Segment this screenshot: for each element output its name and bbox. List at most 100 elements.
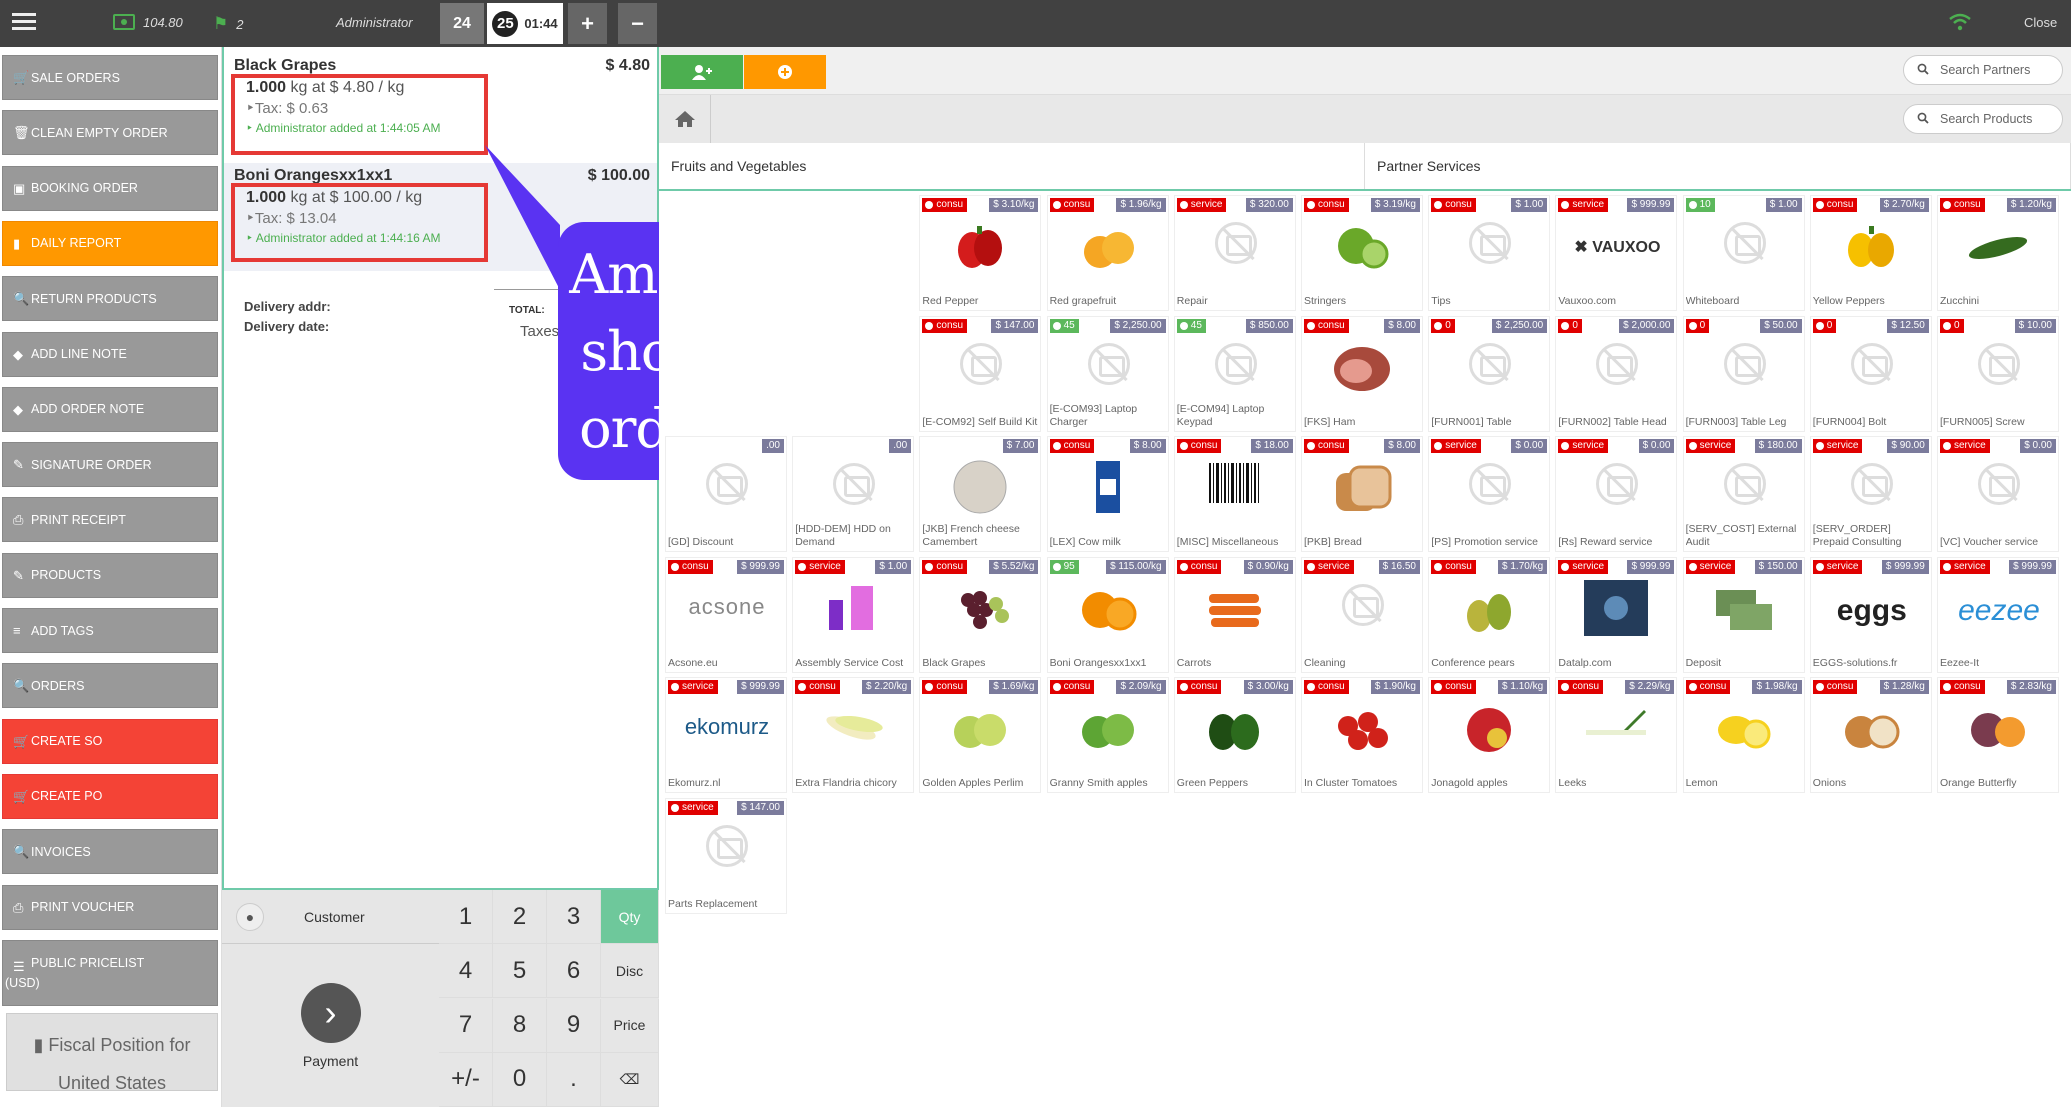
sidebar-button-invoices[interactable]: 🔍 INVOICES xyxy=(2,829,218,875)
product-card[interactable]: service $ 0.00 [Rs] Reward service xyxy=(1555,436,1678,552)
product-card[interactable]: consu $ 1.69/kg Golden Apples Perlim xyxy=(919,677,1042,793)
numpad-key[interactable]: . xyxy=(547,1052,601,1107)
sidebar-button-print-receipt[interactable]: ⎙ PRINT RECEIPT xyxy=(2,497,218,543)
product-card[interactable]: consu $ 2.70/kg Yellow Peppers xyxy=(1809,195,1932,311)
product-card[interactable]: service $ 180.00 [SERV_COST] External Audi… xyxy=(1682,436,1805,552)
order-tab-active[interactable]: 25 01:44 xyxy=(487,3,563,44)
search-products-input[interactable]: Search Products xyxy=(1903,104,2063,134)
sidebar-button-create-so[interactable]: 🛒 CREATE SO xyxy=(2,718,218,764)
numpad-key[interactable]: 7 xyxy=(439,998,493,1053)
add-customer-button[interactable] xyxy=(661,55,743,89)
numpad-key[interactable]: 4 xyxy=(439,944,493,999)
product-card[interactable]: service $ 1.00 Assembly Service Cost xyxy=(792,556,915,673)
product-card[interactable]: consu $ 1.70/kg Conference pears xyxy=(1428,556,1551,673)
product-card[interactable]: service $ 90.00 [SERV_ORDER] Prepaid Consu… xyxy=(1809,436,1932,552)
product-card[interactable]: $ 7.00 [JKB] French cheese Camembert xyxy=(919,436,1042,552)
order-tab[interactable]: 24 xyxy=(440,3,484,44)
product-card[interactable]: .00 [HDD-DEM] HDD on Demand xyxy=(792,436,915,552)
numpad-key[interactable]: 8 xyxy=(493,998,547,1053)
home-icon[interactable] xyxy=(659,95,711,143)
product-card[interactable]: 0 $ 50.00 [FURN003] Table Leg xyxy=(1682,315,1805,432)
product-card[interactable]: service $ 999.99 eggs EGGS-solutions.fr xyxy=(1809,556,1932,673)
sidebar-button-clean-empty-order[interactable]: 🗑 CLEAN EMPTY ORDER xyxy=(2,110,218,156)
fiscal-position-button[interactable]: ▮ Fiscal Position for United States xyxy=(6,1013,218,1093)
product-card[interactable]: service $ 0.00 [PS] Promotion service xyxy=(1428,436,1551,552)
hamburger-menu-icon[interactable] xyxy=(12,13,36,33)
user-name[interactable]: Administrator xyxy=(336,15,413,30)
product-card[interactable]: 0 $ 10.00 [FURN005] Screw xyxy=(1937,315,2059,432)
category-fruits[interactable]: Fruits and Vegetables xyxy=(659,143,1365,189)
product-card[interactable]: 10 $ 1.00 Whiteboard xyxy=(1682,195,1805,311)
product-card[interactable]: consu $ 147.00 [E-COM92] Self Build Kit xyxy=(919,315,1042,432)
sidebar-button-create-po[interactable]: 🛒 CREATE PO xyxy=(2,773,218,819)
product-card[interactable]: consu $ 2.83/kg Orange Butterfly xyxy=(1937,677,2059,793)
search-partners-input[interactable]: Search Partners xyxy=(1903,55,2063,85)
product-card[interactable]: consu $ 8.00 [FKS] Ham xyxy=(1301,315,1423,432)
product-card[interactable]: service $ 16.50 Cleaning xyxy=(1301,556,1423,673)
product-card[interactable]: consu $ 3.19/kg Stringers xyxy=(1301,195,1423,311)
product-card[interactable]: service $ 999.99 ekomurz Ekomurz.nl xyxy=(665,677,787,793)
numpad-key[interactable]: 6 xyxy=(547,944,601,999)
sidebar-button-daily-report[interactable]: ▮ DAILY REPORT xyxy=(2,220,218,266)
product-card[interactable]: consu $ 999.99 acsone Acsone.eu xyxy=(665,556,787,673)
product-card[interactable]: 0 $ 2,000.00 [FURN002] Table Head xyxy=(1555,315,1678,432)
product-card[interactable]: 45 $ 850.00 [E-COM94] Laptop Keypad xyxy=(1173,315,1296,432)
product-card[interactable]: consu $ 0.90/kg Carrots xyxy=(1173,556,1296,673)
sidebar-button-return-products[interactable]: 🔍 RETURN PRODUCTS xyxy=(2,276,218,322)
product-card[interactable]: consu $ 1.20/kg Zucchini xyxy=(1937,195,2059,311)
sidebar-button-products[interactable]: ✎ PRODUCTS xyxy=(2,552,218,598)
product-card[interactable]: consu $ 1.10/kg Jonagold apples xyxy=(1428,677,1551,793)
customer-button[interactable]: ● Customer xyxy=(222,890,439,944)
product-card[interactable]: service $ 150.00 Deposit xyxy=(1682,556,1805,673)
product-card[interactable]: 45 $ 2,250.00 [E-COM93] Laptop Charger xyxy=(1046,315,1169,432)
product-card[interactable]: consu $ 18.00 [MISC] Miscellaneous xyxy=(1173,436,1296,552)
sidebar-button-add-order-note[interactable]: ◆ ADD ORDER NOTE xyxy=(2,386,218,432)
product-card[interactable]: service $ 999.99 ✖ VAUXOO Vauxoo.com xyxy=(1555,195,1678,311)
product-card[interactable]: service $ 147.00 Parts Replacement xyxy=(665,797,787,914)
sidebar-button-orders[interactable]: 🔍 ORDERS xyxy=(2,663,218,709)
product-card[interactable]: 0 $ 12.50 [FURN004] Bolt xyxy=(1809,315,1932,432)
product-card[interactable]: consu $ 1.90/kg In Cluster Tomatoes xyxy=(1301,677,1423,793)
sidebar-button-add-line-note[interactable]: ◆ ADD LINE NOTE xyxy=(2,331,218,377)
new-order-button[interactable]: + xyxy=(568,3,607,44)
sidebar-button-add-tags[interactable]: ≡ ADD TAGS xyxy=(2,608,218,653)
numpad-key[interactable]: 0 xyxy=(493,1052,547,1107)
product-card[interactable]: 0 $ 2,250.00 [FURN001] Table xyxy=(1428,315,1551,432)
product-card[interactable]: consu $ 3.10/kg Red Pepper xyxy=(919,195,1042,311)
product-card[interactable]: service $ 999.99 eezee Eezee-It xyxy=(1937,556,2059,673)
mode-button-disc[interactable]: Disc xyxy=(601,944,659,999)
product-card[interactable]: consu $ 1.28/kg Onions xyxy=(1809,677,1932,793)
product-card[interactable]: consu $ 8.00 [PKB] Bread xyxy=(1301,436,1423,552)
numpad-key[interactable]: 5 xyxy=(493,944,547,999)
product-card[interactable]: consu $ 1.98/kg Lemon xyxy=(1682,677,1805,793)
mode-button-price[interactable]: Price xyxy=(601,998,659,1053)
product-card[interactable]: consu $ 3.00/kg Green Peppers xyxy=(1173,677,1296,793)
numpad-key[interactable]: 3 xyxy=(547,890,601,944)
close-button[interactable]: Close xyxy=(2024,15,2057,30)
product-card[interactable]: consu $ 2.09/kg Granny Smith apples xyxy=(1046,677,1169,793)
backspace-icon[interactable]: ⌫ xyxy=(601,1052,659,1107)
product-card[interactable]: consu $ 5.52/kg Black Grapes xyxy=(919,556,1042,673)
product-card[interactable]: service $ 999.99 Datalp.com xyxy=(1555,556,1678,673)
mode-button-qty[interactable]: Qty xyxy=(601,890,659,944)
cash-status[interactable]: 104.80 xyxy=(113,14,183,30)
add-product-button[interactable] xyxy=(744,55,826,89)
numpad-key[interactable]: 9 xyxy=(547,998,601,1053)
product-card[interactable]: service $ 0.00 [VC] Voucher service xyxy=(1937,436,2059,552)
sidebar-button-booking-order[interactable]: ▣ BOOKING ORDER xyxy=(2,165,218,211)
category-partner-services[interactable]: Partner Services xyxy=(1365,143,2071,189)
product-card[interactable]: consu $ 2.20/kg Extra Flandria chicory xyxy=(792,677,915,793)
product-card[interactable]: consu $ 8.00 [LEX] Cow milk xyxy=(1046,436,1169,552)
sync-status[interactable]: ⚑ 2 xyxy=(213,14,243,34)
sidebar-button-signature-order[interactable]: ✎ SIGNATURE ORDER xyxy=(2,442,218,488)
numpad-key[interactable]: 1 xyxy=(439,890,493,944)
sidebar-button-sale-orders[interactable]: 🛒 SALE ORDERS xyxy=(2,55,218,100)
numpad-key[interactable]: 2 xyxy=(493,890,547,944)
product-card[interactable]: consu $ 2.29/kg Leeks xyxy=(1555,677,1678,793)
payment-button[interactable]: › Payment xyxy=(222,944,439,1107)
numpad-key[interactable]: +/- xyxy=(439,1052,493,1107)
product-card[interactable]: 95 $ 115.00/kg Boni Orangesxx1xx1 xyxy=(1046,556,1169,673)
sidebar-button-print-voucher[interactable]: ⎙ PRINT VOUCHER xyxy=(2,884,218,930)
product-card[interactable]: service $ 320.00 Repair xyxy=(1173,195,1296,311)
delete-order-button[interactable]: − xyxy=(618,3,657,44)
